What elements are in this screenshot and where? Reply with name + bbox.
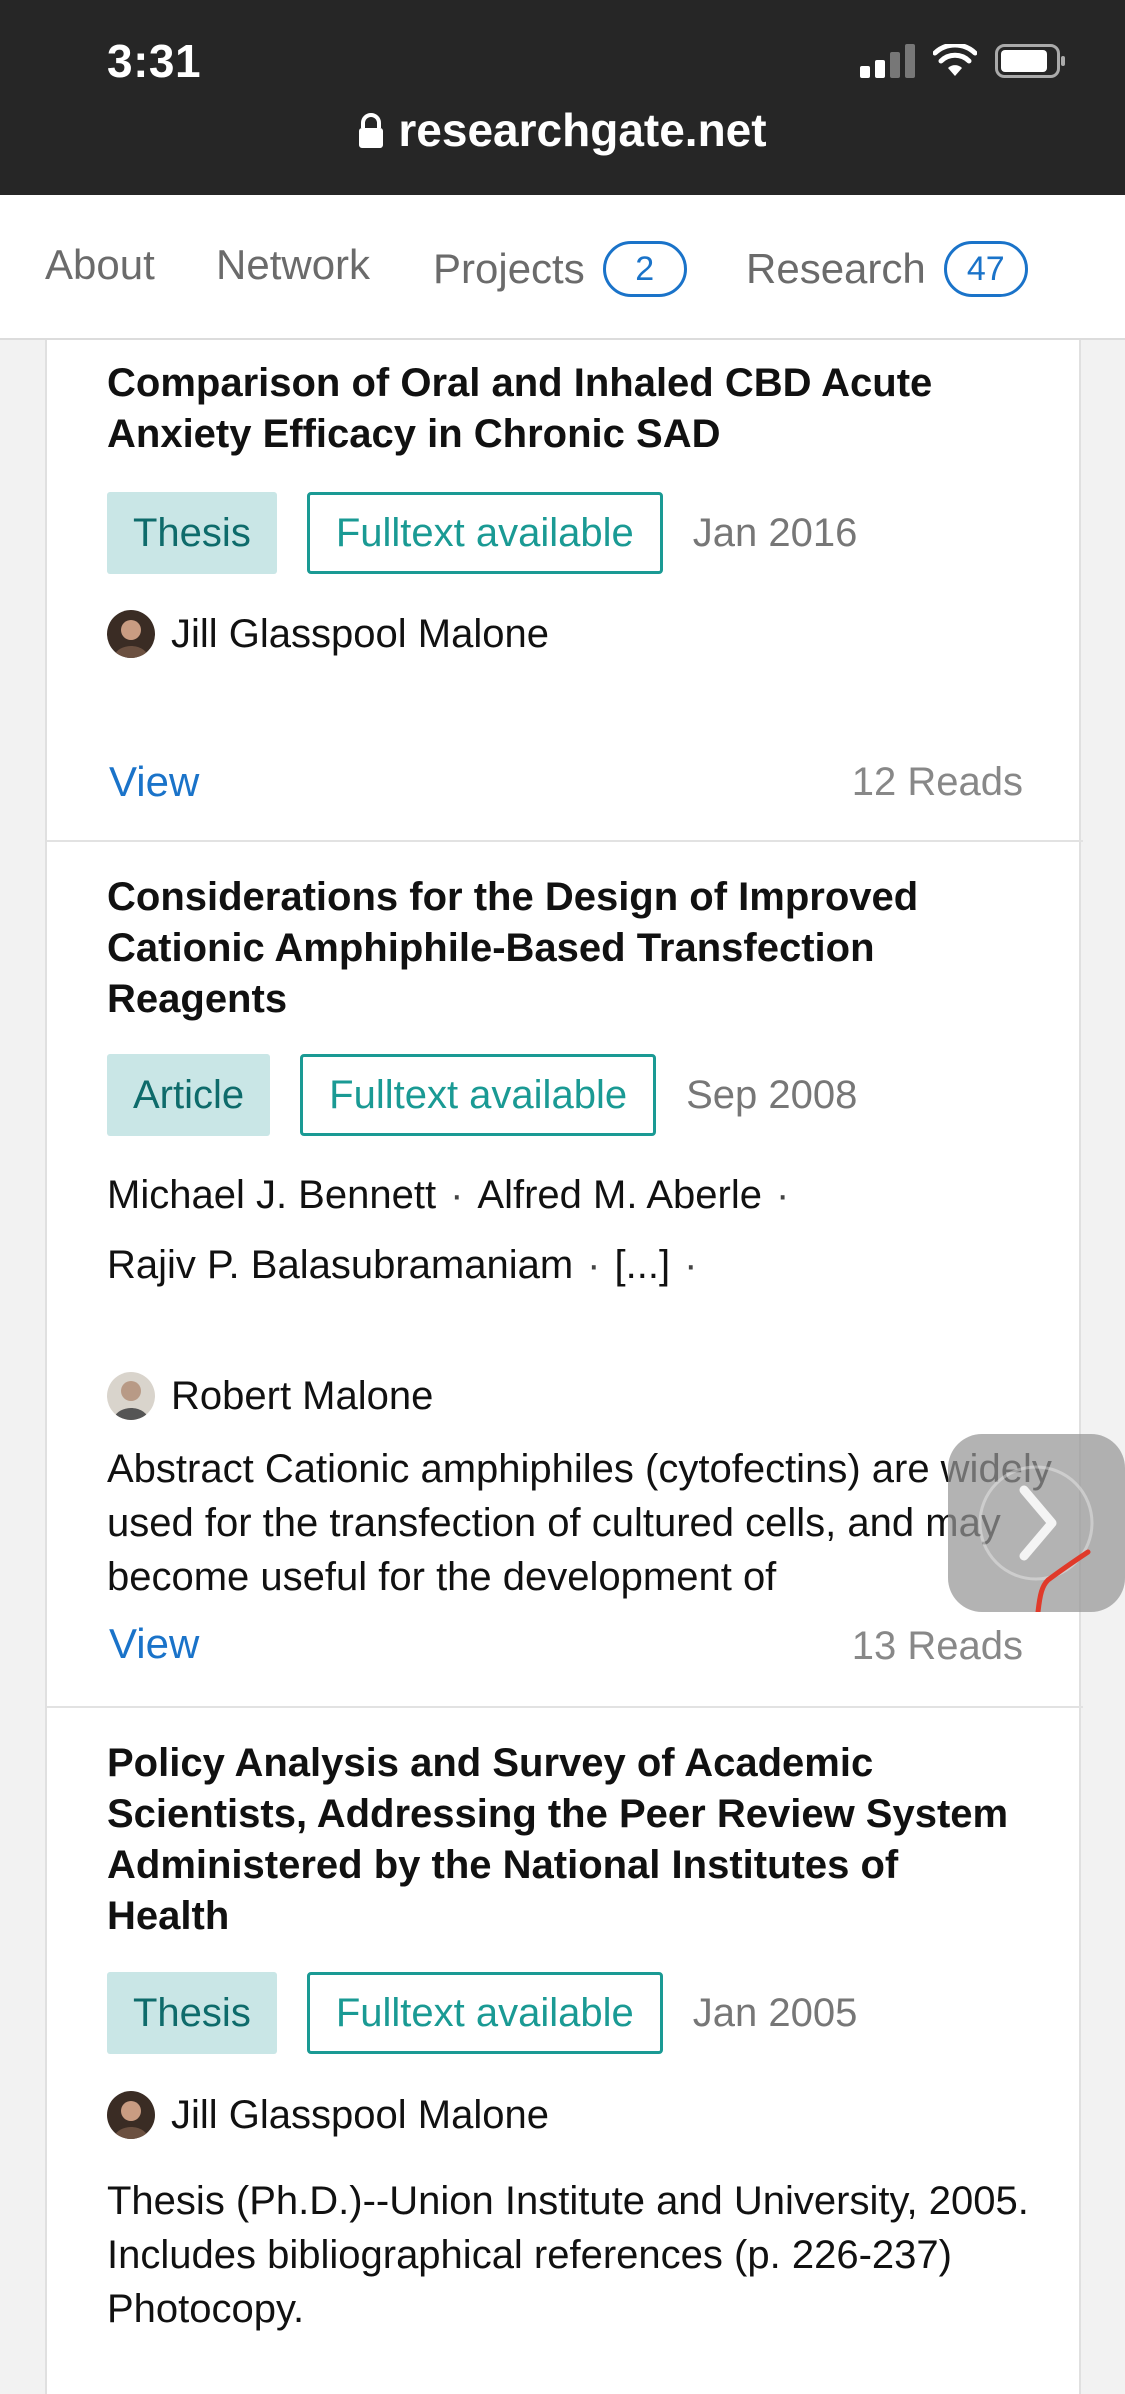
publication-tags: Thesis Fulltext available Jan 2005	[107, 1972, 857, 2054]
reads-count: 13 Reads	[851, 1624, 1023, 1668]
research-count-badge: 47	[943, 241, 1028, 297]
chevron-right-icon	[978, 1465, 1094, 1615]
url-text: researchgate.net	[398, 104, 767, 156]
tab-network[interactable]: Network	[216, 241, 370, 289]
publication-tags: Article Fulltext available Sep 2008	[107, 1054, 857, 1136]
cellular-signal-icon	[860, 44, 915, 78]
wifi-icon	[933, 44, 977, 76]
avatar	[107, 1372, 155, 1420]
publication-type-badge: Thesis	[107, 492, 277, 574]
author-row[interactable]: Jill Glasspool Malone	[107, 610, 549, 658]
avatar	[107, 2091, 155, 2139]
fulltext-badge: Fulltext available	[306, 1972, 663, 2054]
abstract-preview: Abstract Cationic amphiphiles (cytofecti…	[107, 1447, 1052, 1599]
publication-card: Considerations for the Design of Improve…	[47, 842, 1083, 1708]
publication-date: Jan 2016	[692, 510, 858, 555]
publication-date: Jan 2005	[692, 1990, 858, 2035]
author-list: Michael J. Bennett · Alfred M. Aberle · Raj…	[107, 1173, 790, 1287]
view-link[interactable]: View	[109, 758, 199, 806]
lock-icon	[359, 113, 384, 148]
avatar	[107, 610, 155, 658]
fulltext-badge: Fulltext available	[306, 492, 663, 574]
more-authors[interactable]: [...]	[614, 1243, 670, 1287]
author-name[interactable]: Michael J. Bennett	[107, 1173, 436, 1217]
reads-count: 12 Reads	[851, 760, 1023, 804]
tab-about-label: About	[45, 241, 155, 288]
fulltext-badge: Fulltext available	[300, 1054, 657, 1136]
publication-date: Sep 2008	[686, 1072, 858, 1117]
publication-title[interactable]: Policy Analysis and Survey of Academic S…	[107, 1738, 1027, 1942]
author-row[interactable]: Jill Glasspool Malone	[107, 2091, 549, 2139]
browser-status-bar: 3:31 researchgate.net	[0, 0, 1125, 195]
status-time: 3:31	[107, 35, 202, 87]
forward-floating-button[interactable]	[948, 1434, 1125, 1615]
status-icons	[860, 44, 1067, 78]
tab-network-label: Network	[216, 241, 371, 288]
tab-research[interactable]: Research 47	[746, 241, 1028, 297]
url-bar[interactable]: researchgate.net	[0, 103, 1125, 157]
publication-type-badge: Thesis	[107, 1972, 277, 2054]
author-name[interactable]: Rajiv P. Balasubramaniam	[107, 1243, 573, 1287]
author-name: Jill Glasspool Malone	[171, 611, 549, 656]
publication-title[interactable]: Comparison of Oral and Inhaled CBD Acute…	[107, 358, 1027, 460]
tab-projects-label: Projects	[433, 245, 585, 292]
view-link[interactable]: View	[109, 1620, 199, 1668]
publication-title[interactable]: Considerations for the Design of Improve…	[107, 872, 1027, 1025]
publication-tags: Thesis Fulltext available Jan 2016	[107, 492, 857, 574]
tab-research-label: Research	[746, 245, 926, 292]
publication-card: Comparison of Oral and Inhaled CBD Acute…	[47, 340, 1083, 842]
tab-about[interactable]: About	[45, 241, 155, 289]
profile-tab-bar: About Network Projects 2 Research 47	[0, 195, 1125, 340]
publication-type-badge: Article	[107, 1054, 271, 1136]
author-name[interactable]: Alfred M. Aberle	[477, 1173, 762, 1217]
publication-card: Policy Analysis and Survey of Academic S…	[47, 1708, 1083, 2394]
author-row[interactable]: Robert Malone	[107, 1372, 433, 1420]
battery-icon	[995, 44, 1065, 78]
tab-projects[interactable]: Projects 2	[433, 241, 687, 297]
author-name: Jill Glasspool Malone	[171, 2092, 549, 2137]
author-name: Robert Malone	[171, 1373, 434, 1418]
projects-count-badge: 2	[602, 241, 687, 297]
abstract-preview: Thesis (Ph.D.)--Union Institute and Univ…	[107, 2179, 1029, 2331]
research-feed: Comparison of Oral and Inhaled CBD Acute…	[45, 340, 1083, 2394]
